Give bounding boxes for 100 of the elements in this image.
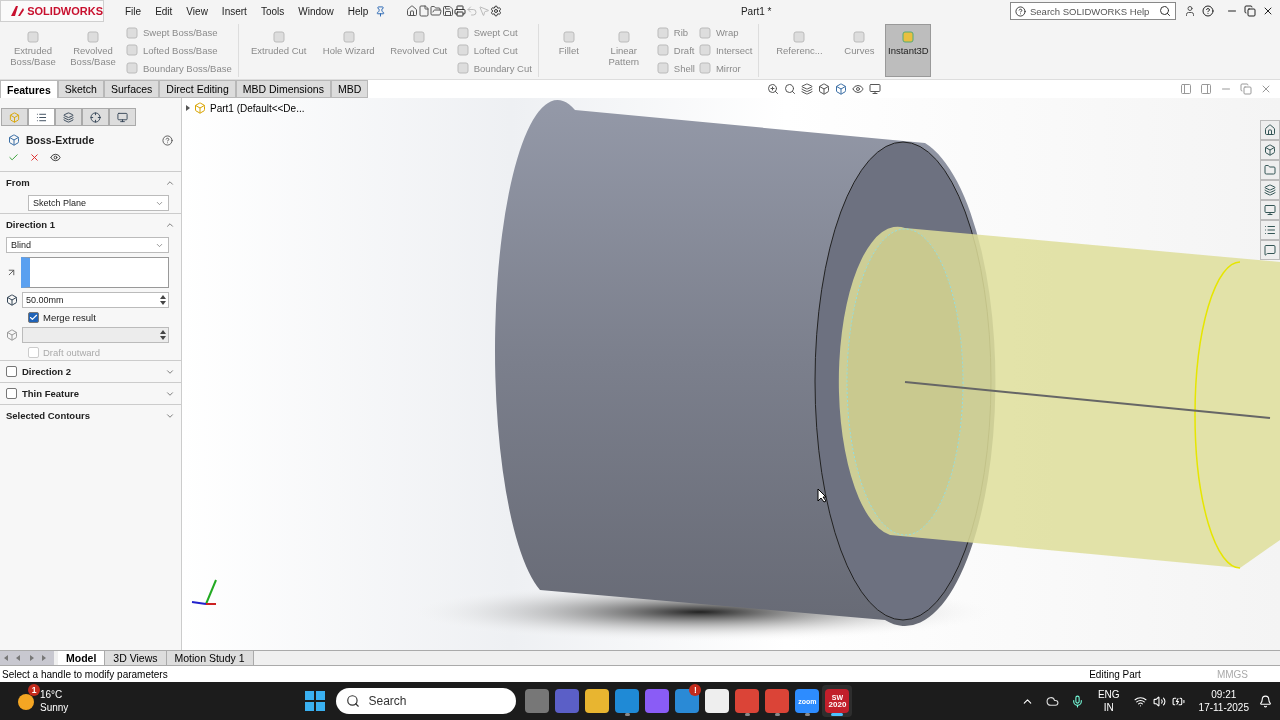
dropdown[interactable]: Sketch Plane <box>28 195 169 211</box>
app-icon <box>705 689 730 713</box>
task-pane-button[interactable] <box>1260 200 1280 220</box>
taskbar-app[interactable]: ! <box>672 685 703 717</box>
folder-icon <box>1264 164 1276 176</box>
tree-item[interactable]: Part1 (Default<<De... <box>210 102 305 114</box>
feature-icon <box>900 29 917 45</box>
clock-time[interactable]: 09:21 <box>1211 688 1237 701</box>
section-view-icon <box>801 83 814 95</box>
ok-icon <box>8 152 19 163</box>
task-pane-button[interactable] <box>1260 120 1280 140</box>
list-icon <box>1264 224 1276 236</box>
task-pane-button[interactable] <box>1260 240 1280 260</box>
preview-icon <box>50 152 61 163</box>
command-tab[interactable]: MBD <box>330 80 369 98</box>
display-style-icon <box>835 83 848 95</box>
manager-tab[interactable] <box>82 108 109 126</box>
section-header[interactable]: Direction 2 <box>0 360 181 382</box>
tab-scroll-icon[interactable] <box>0 651 54 665</box>
chat-icon <box>1264 244 1276 256</box>
monitor-icon <box>1264 204 1276 216</box>
section-header[interactable]: From <box>0 171 181 193</box>
dropdown[interactable]: Blind <box>6 237 169 253</box>
menu-item[interactable]: Tools <box>253 5 292 17</box>
section-header[interactable]: Direction 1 <box>0 213 181 235</box>
status-message: Select a handle to modify parameters <box>2 668 169 680</box>
section-header[interactable]: Selected Contours <box>0 404 181 426</box>
status-mode: Editing Part <box>1089 668 1141 680</box>
menu-item[interactable]: Help <box>340 5 376 17</box>
selection-box[interactable] <box>21 257 169 288</box>
command-tab[interactable]: Sketch <box>57 80 104 98</box>
feature-icon <box>270 29 287 45</box>
cloud-icon <box>1045 694 1059 708</box>
checkbox[interactable] <box>28 312 39 323</box>
feature-icon <box>124 42 140 59</box>
spin-arrows-icon <box>158 328 168 342</box>
clock-date[interactable]: 17-11-2025 <box>1198 701 1249 714</box>
cursor-icon <box>817 488 827 503</box>
mic-icon <box>1070 694 1084 708</box>
command-tab[interactable]: MBD Dimensions <box>235 80 331 98</box>
notifications-icon <box>1259 694 1272 708</box>
new-file-icon <box>418 5 431 17</box>
select-icon <box>478 5 491 17</box>
model-tab[interactable]: 3D Views <box>105 651 167 665</box>
help-search-field[interactable]: Search SOLIDWORKS Help <box>1010 2 1176 20</box>
feature-icon <box>124 60 140 77</box>
cube-icon <box>1264 144 1276 156</box>
taskbar-search[interactable]: Search <box>336 688 517 714</box>
help-icon <box>162 134 173 146</box>
task-pane-button[interactable] <box>1260 140 1280 160</box>
language[interactable]: ENG <box>1097 688 1120 701</box>
app-logo: SOLIDWORKS <box>0 0 104 22</box>
command-tab[interactable]: Surfaces <box>103 80 160 98</box>
checkbox-label: Merge result <box>43 312 96 323</box>
feature-icon <box>25 29 41 45</box>
menu-item[interactable]: View <box>179 5 215 17</box>
model-tab[interactable]: Motion Study 1 <box>166 651 254 665</box>
task-pane-button[interactable] <box>1260 180 1280 200</box>
command-tab[interactable]: Features <box>0 80 58 98</box>
menu-item[interactable]: Window <box>291 5 341 17</box>
pin-icon <box>375 5 387 17</box>
feature-icon <box>615 29 632 45</box>
section-header[interactable]: Thin Feature <box>0 382 181 404</box>
checkbox[interactable] <box>6 388 17 399</box>
wifi-icon <box>1133 694 1147 708</box>
app-icon <box>585 689 610 713</box>
close-icon <box>1260 83 1272 95</box>
app-icon <box>645 689 670 713</box>
weather-condition: Sunny <box>40 701 69 714</box>
region[interactable]: IN <box>1103 701 1114 714</box>
feature-icon <box>410 29 427 45</box>
checkbox-label: Draft outward <box>43 347 101 358</box>
menu-item[interactable]: Insert <box>214 5 254 17</box>
crosshair-icon <box>90 111 101 123</box>
search-icon <box>1159 5 1171 17</box>
panel-title: Boss-Extrude <box>26 134 96 146</box>
cancel-icon <box>29 152 40 163</box>
settings-icon <box>490 5 503 17</box>
menu-item[interactable]: File <box>118 5 149 17</box>
manager-tab[interactable] <box>109 108 136 126</box>
feature-icon <box>791 29 808 45</box>
checkbox[interactable] <box>6 366 17 377</box>
print-icon <box>454 5 467 17</box>
spin-field[interactable]: 50.00mm <box>22 292 169 308</box>
home-icon <box>1264 124 1276 136</box>
tile-left-icon <box>1180 83 1192 95</box>
model-tab[interactable]: Model <box>58 651 106 665</box>
manager-tab[interactable] <box>28 108 55 126</box>
app-icon <box>525 689 550 713</box>
app-icon <box>735 689 760 713</box>
task-pane-button[interactable] <box>1260 220 1280 240</box>
expand-arrow-icon[interactable] <box>186 105 190 111</box>
document-title: Part1 * <box>739 5 773 17</box>
command-tab[interactable]: Direct Editing <box>159 80 236 98</box>
feature-icon <box>85 29 101 45</box>
menu-item[interactable]: Edit <box>148 5 180 17</box>
view-orientation-icon <box>818 83 831 95</box>
ribbon-command[interactable]: Instant3D <box>885 24 932 77</box>
manager-tab[interactable] <box>55 108 82 126</box>
start-icon[interactable] <box>304 690 327 712</box>
